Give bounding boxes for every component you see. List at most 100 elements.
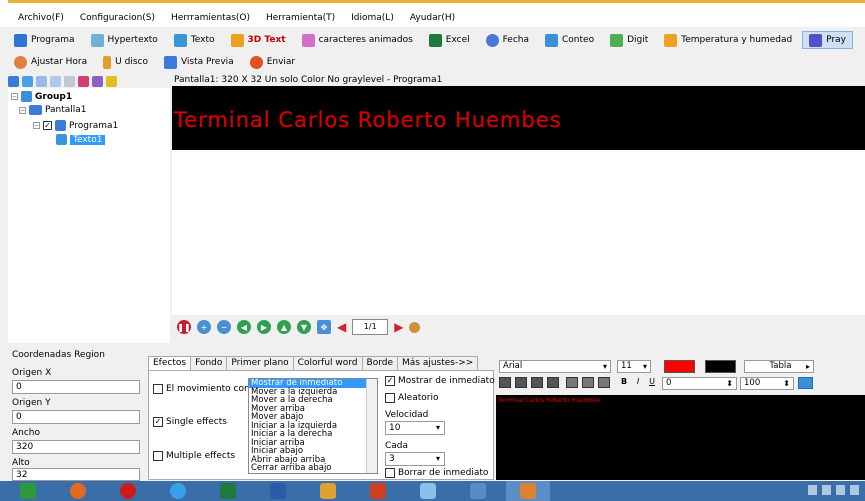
taskbar-app[interactable] — [306, 481, 350, 501]
height-input[interactable]: 32 — [12, 468, 140, 481]
width-input[interactable]: 320 — [12, 440, 140, 454]
pause-icon[interactable]: ❚❚ — [177, 320, 191, 334]
each-select[interactable]: 3 ▾ — [385, 452, 445, 466]
delete-icon[interactable] — [78, 75, 89, 87]
pray-button[interactable]: Pray — [802, 31, 853, 49]
ajustar-hora-button[interactable]: Ajustar Hora — [8, 53, 93, 71]
collapse-icon[interactable]: − — [11, 93, 18, 100]
effects-list-scrollbar[interactable] — [366, 379, 377, 473]
background-color-swatch[interactable] — [705, 360, 736, 373]
taskbar-start[interactable] — [6, 481, 50, 501]
taskbar-chrome[interactable] — [156, 481, 200, 501]
valign-top-icon[interactable] — [566, 377, 578, 388]
table-button[interactable]: Tabla ▸ — [744, 360, 814, 373]
caracteres-animados-button[interactable]: caracteres animados — [296, 31, 419, 49]
collapse-icon[interactable]: − — [33, 122, 40, 129]
settings-icon[interactable] — [409, 321, 421, 333]
programa-button[interactable]: Programa — [8, 31, 81, 49]
menu-herramienta-t[interactable]: Herramienta(T) — [264, 12, 337, 24]
vista-previa-button[interactable]: Vista Previa — [158, 53, 240, 71]
tree-node-screen[interactable]: − Pantalla1 — [19, 105, 87, 115]
taskbar-firefox[interactable] — [56, 481, 100, 501]
zoom-out-icon[interactable]: − — [217, 320, 231, 334]
menu-configuracion[interactable]: Configuracion(S) — [78, 12, 157, 24]
led-screen[interactable]: Terminal Carlos Roberto Huembes — [172, 86, 865, 150]
menu-herramientas-o[interactable]: Herrramientas(O) — [169, 12, 252, 24]
letter-spacing-stepper[interactable]: 0 ⬍ — [662, 377, 737, 390]
origin-y-input[interactable]: 0 — [12, 410, 140, 424]
font-size-select[interactable]: 11 ▾ — [617, 360, 651, 373]
align-center-icon[interactable] — [515, 377, 527, 388]
align-right-icon[interactable] — [531, 377, 543, 388]
align-left-icon[interactable] — [499, 377, 511, 388]
tray-network-icon[interactable] — [822, 485, 831, 495]
speed-select[interactable]: 10 ▾ — [385, 421, 445, 435]
tray-chevron-icon[interactable] — [808, 485, 817, 495]
tree-node-text[interactable]: Texto1 — [56, 134, 106, 145]
menu-ayudar[interactable]: Ayudar(H) — [408, 12, 457, 24]
taskbar-display[interactable] — [456, 481, 500, 501]
tray-signal-icon[interactable] — [850, 485, 859, 495]
italic-icon[interactable]: I — [632, 377, 644, 388]
text-color-swatch[interactable] — [664, 360, 695, 373]
justify-icon[interactable] — [547, 377, 559, 388]
random-checkbox[interactable]: Aleatorio — [385, 393, 438, 403]
add-screen-icon[interactable] — [8, 75, 19, 87]
paste-icon[interactable] — [50, 75, 61, 87]
search-icon[interactable] — [106, 75, 117, 87]
tab-colorful-word[interactable]: Colorful word — [292, 356, 363, 370]
temperatura-button[interactable]: Temperatura y humedad — [658, 31, 798, 49]
next-page-icon[interactable]: ▶ — [394, 320, 403, 334]
fecha-button[interactable]: Fecha — [480, 31, 535, 49]
show-immediate-checkbox[interactable]: ✓ Mostrar de inmediato — [385, 376, 495, 386]
move-icon[interactable] — [64, 75, 75, 87]
tray-volume-icon[interactable] — [836, 485, 845, 495]
tab-fondo[interactable]: Fondo — [190, 356, 228, 370]
tab-mas-ajustes[interactable]: Más ajustes->> — [397, 356, 479, 370]
previous-page-icon[interactable]: ◀ — [337, 320, 346, 334]
taskbar-opera[interactable] — [106, 481, 150, 501]
list-item[interactable]: Cerrar arriba abajo — [249, 464, 377, 473]
clear-immediate-checkbox[interactable]: Borrar de inmediato — [385, 468, 488, 478]
tab-borde[interactable]: Borde — [361, 356, 398, 370]
scale-stepper[interactable]: 100 ⬍ — [740, 377, 794, 390]
text-preview[interactable]: Terminal Carlos Roberto Huembes — [496, 395, 865, 480]
copy-icon[interactable] — [36, 75, 47, 87]
collapse-icon[interactable]: − — [19, 106, 26, 114]
tree-node-program[interactable]: − ✓ Programa1 — [33, 120, 118, 131]
excel-button[interactable]: Excel — [423, 31, 476, 49]
u-disco-button[interactable]: U disco — [97, 53, 154, 71]
bold-icon[interactable]: B — [618, 377, 630, 388]
multiple-effects-checkbox[interactable]: Multiple effects — [153, 451, 235, 461]
tab-primer-plano[interactable]: Primer plano — [226, 356, 294, 370]
enviar-button[interactable]: Enviar — [244, 53, 301, 71]
program-checkbox[interactable]: ✓ — [43, 121, 52, 130]
image-icon[interactable] — [798, 377, 813, 389]
left-arrow-icon[interactable]: ◀ — [237, 320, 251, 334]
taskbar-led-editor[interactable] — [506, 481, 550, 501]
menu-archivo[interactable]: Archivo(F) — [16, 12, 66, 24]
move-all-icon[interactable]: ✥ — [317, 320, 331, 334]
font-select[interactable]: Arial ▾ — [499, 360, 611, 373]
right-arrow-icon[interactable]: ▶ — [257, 320, 271, 334]
add-program-icon[interactable] — [22, 75, 33, 87]
taskbar-excel[interactable] — [206, 481, 250, 501]
taskbar-office[interactable] — [356, 481, 400, 501]
menu-idioma[interactable]: Idioma(L) — [349, 12, 396, 24]
up-arrow-icon[interactable]: ▲ — [277, 320, 291, 334]
underline-icon[interactable]: U — [646, 377, 658, 388]
taskbar-word[interactable] — [256, 481, 300, 501]
valign-bottom-icon[interactable] — [598, 377, 610, 388]
digit-button[interactable]: Digit — [604, 31, 654, 49]
check-icon[interactable] — [92, 75, 103, 87]
texto-button[interactable]: Texto — [168, 31, 221, 49]
conteo-button[interactable]: Conteo — [539, 31, 600, 49]
valign-middle-icon[interactable] — [582, 377, 594, 388]
3d-text-button[interactable]: 3D Text — [225, 31, 292, 49]
down-arrow-icon[interactable]: ▼ — [297, 320, 311, 334]
zoom-in-icon[interactable]: + — [197, 320, 211, 334]
effects-list[interactable]: Mostrar de inmediato Mover a la izquierd… — [248, 378, 378, 474]
origin-x-input[interactable]: 0 — [12, 380, 140, 394]
single-effects-checkbox[interactable]: ✓ Single effects — [153, 417, 227, 427]
tab-efectos[interactable]: Efectos — [148, 356, 192, 370]
